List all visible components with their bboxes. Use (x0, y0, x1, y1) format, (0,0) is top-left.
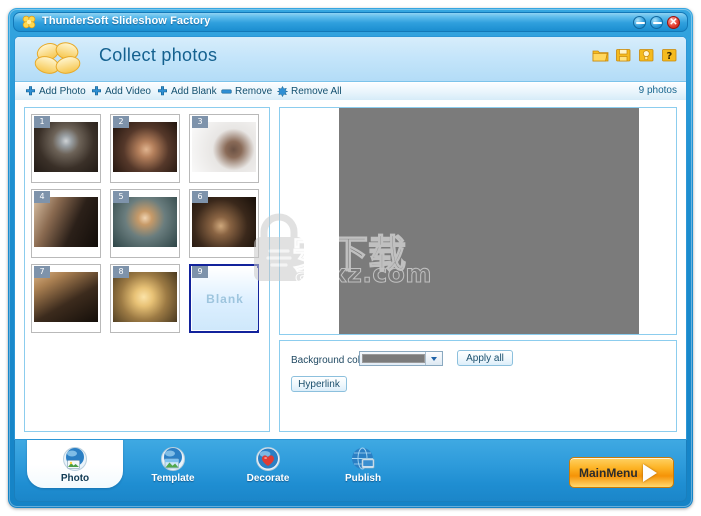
nav-label-template: Template (151, 473, 195, 484)
main-body: 1 2 3 4 5 6 7 8 Blank 9 Background color… (15, 100, 686, 439)
decorate-nav-icon (255, 446, 281, 472)
thumbnail-number: 4 (34, 191, 50, 203)
thumbnail-item[interactable]: 4 (31, 189, 101, 258)
page-header: Collect photos ? (15, 37, 686, 82)
slide-options-panel: Background color Apply all Hyperlink (279, 340, 677, 432)
background-color-swatch (362, 354, 425, 363)
thumbnail-item[interactable]: 6 (189, 189, 259, 258)
thumbnail-image (192, 197, 256, 247)
add-blank-button[interactable]: Add Blank (157, 84, 217, 99)
thumbnail-grid: 1 2 3 4 5 6 7 8 Blank 9 (31, 114, 265, 333)
title-bar: ThunderSoft Slideshow Factory ✕ (13, 12, 688, 32)
remove-all-button[interactable]: Remove All (276, 84, 342, 99)
background-color-label: Background color (291, 355, 369, 366)
thumbnail-number: 2 (113, 116, 129, 128)
main-menu-button[interactable]: MainMenu (569, 457, 674, 488)
remove-all-label: Remove All (291, 86, 342, 97)
nav-label-photo: Photo (60, 473, 90, 484)
account-bulb-icon[interactable] (638, 47, 655, 63)
thumbnail-item[interactable]: 3 (189, 114, 259, 183)
toolbar: Add Photo Add Video Add Blank Remove Rem… (15, 82, 686, 101)
application-window: ThunderSoft Slideshow Factory ✕ Collect … (8, 8, 693, 508)
preview-column: Background color Apply all Hyperlink (279, 107, 677, 432)
thumbnail-item[interactable]: 5 (110, 189, 180, 258)
nav-item-publish[interactable]: Publish (315, 446, 411, 484)
hyperlink-button[interactable]: Hyperlink (291, 376, 347, 392)
thumbnail-item-blank-selected[interactable]: Blank 9 (189, 264, 259, 333)
help-icon[interactable]: ? (661, 47, 678, 63)
remove-label: Remove (235, 86, 273, 97)
thumbnail-image (113, 122, 177, 172)
window-title: ThunderSoft Slideshow Factory (42, 15, 211, 27)
photo-count-label: 9 photos (638, 85, 677, 96)
add-photo-label: Add Photo (39, 86, 86, 97)
add-photo-icon (25, 86, 36, 97)
thumbnail-number: 7 (34, 266, 50, 278)
publish-nav-icon (350, 446, 376, 472)
remove-all-icon (276, 85, 289, 98)
thumbnail-image (34, 272, 98, 322)
chevron-down-icon[interactable] (425, 352, 441, 365)
chevron-glyph (430, 356, 437, 361)
minimize-button[interactable] (633, 16, 646, 29)
close-button[interactable]: ✕ (667, 16, 680, 29)
header-icon-group: ? (592, 47, 678, 63)
slide-preview-canvas[interactable] (339, 108, 639, 334)
thumbnail-panel[interactable]: 1 2 3 4 5 6 7 8 Blank 9 (24, 107, 270, 432)
remove-icon (221, 86, 232, 97)
remove-button[interactable]: Remove (221, 84, 272, 99)
thumbnail-number: 3 (192, 116, 208, 128)
arrow-right-icon (642, 463, 657, 482)
thumbnail-image (113, 197, 177, 247)
nav-label-decorate: Decorate (246, 473, 290, 484)
thumbnail-image (34, 197, 98, 247)
add-video-button[interactable]: Add Video (91, 84, 151, 99)
thumbnail-item[interactable]: 7 (31, 264, 101, 333)
apply-all-button[interactable]: Apply all (457, 350, 513, 366)
maximize-button[interactable] (650, 16, 663, 29)
background-color-dropdown[interactable] (359, 351, 443, 366)
maximize-glyph (653, 22, 662, 24)
minimize-glyph (636, 22, 645, 24)
thumbnail-number: 8 (113, 266, 129, 278)
template-nav-icon (160, 446, 186, 472)
bottom-navigation-bar: Photo Template Decorate Publish MainMenu (14, 440, 687, 502)
thumbnail-image (192, 122, 256, 172)
nav-item-decorate[interactable]: Decorate (220, 446, 316, 484)
add-photo-button[interactable]: Add Photo (25, 84, 86, 99)
photo-nav-icon (62, 446, 88, 472)
thumbnail-image (113, 272, 177, 322)
nav-item-template[interactable]: Template (125, 446, 221, 484)
thumbnail-number: 1 (34, 116, 50, 128)
flower-logo-icon (31, 42, 89, 76)
open-project-icon[interactable] (592, 47, 609, 63)
nav-item-photo[interactable]: Photo (27, 446, 123, 484)
page-title: Collect photos (99, 45, 218, 65)
thumbnail-number: 9 (192, 266, 208, 278)
thumbnail-item[interactable]: 2 (110, 114, 180, 183)
thumbnail-number: 6 (192, 191, 208, 203)
thumbnail-image (34, 122, 98, 172)
preview-panel[interactable] (279, 107, 677, 335)
add-blank-icon (157, 86, 168, 97)
main-menu-label: MainMenu (579, 465, 638, 480)
save-project-icon[interactable] (615, 47, 632, 63)
thumbnail-item[interactable]: 8 (110, 264, 180, 333)
add-video-icon (91, 86, 102, 97)
content-card: Collect photos ? Add Photo Add Video Add… (14, 36, 687, 440)
add-blank-label: Add Blank (171, 86, 217, 97)
nav-label-publish: Publish (344, 473, 382, 484)
thumbnail-number: 5 (113, 191, 129, 203)
svg-text:?: ? (666, 51, 672, 62)
app-flower-icon (22, 15, 36, 29)
add-video-label: Add Video (105, 86, 151, 97)
thumbnail-item[interactable]: 1 (31, 114, 101, 183)
close-glyph: ✕ (669, 17, 678, 28)
